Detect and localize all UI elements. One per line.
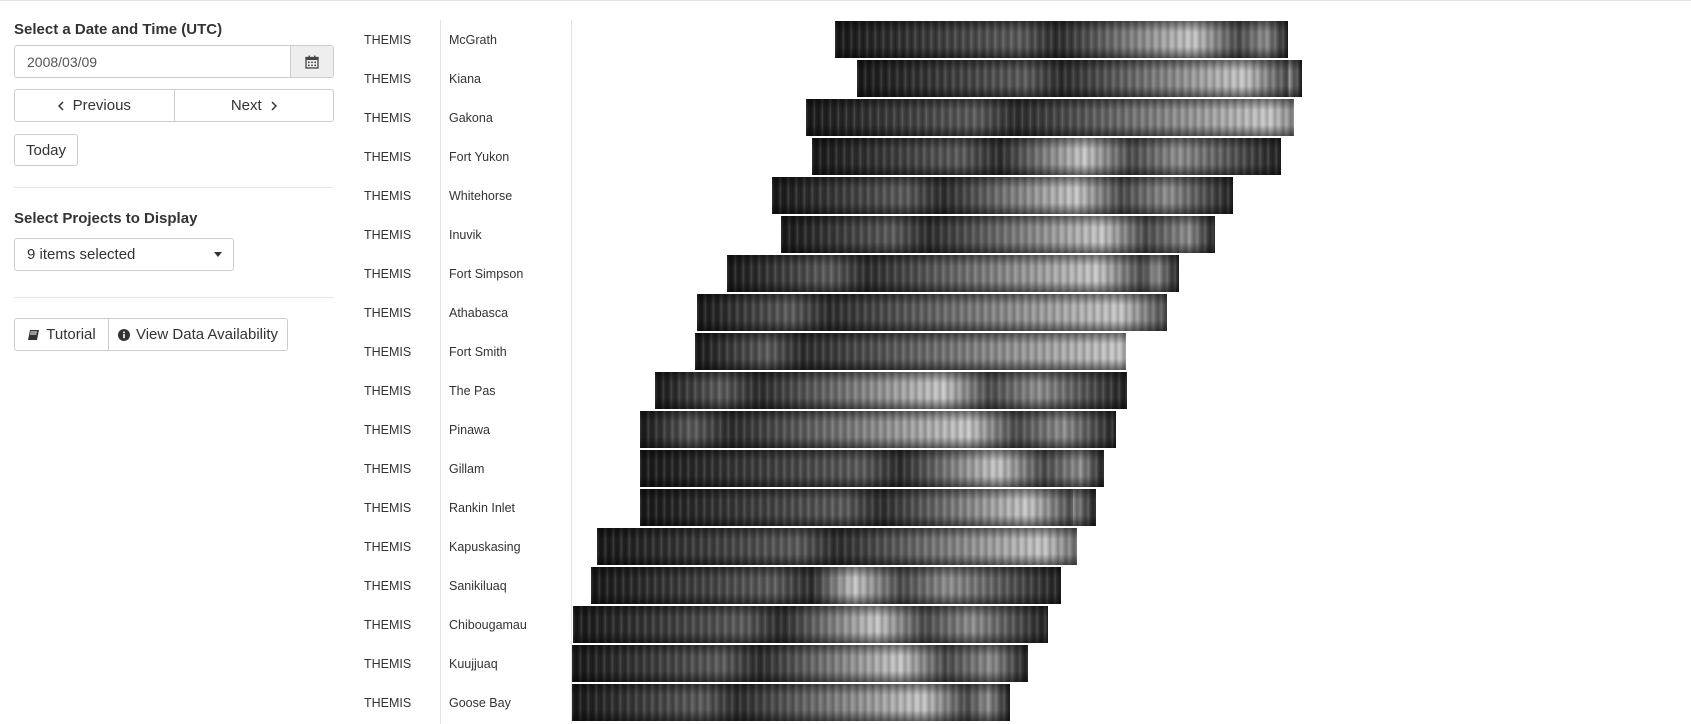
keogram-strip[interactable] xyxy=(727,255,1179,292)
projects-selected-text: 9 items selected xyxy=(27,246,136,263)
row-project-label: THEMIS xyxy=(364,461,412,476)
row-project-label: THEMIS xyxy=(364,32,412,47)
row-site-label: Whitehorse xyxy=(449,188,513,203)
keogram-strip[interactable] xyxy=(835,21,1288,58)
row-site-label: Gakona xyxy=(449,110,493,125)
row-project-label: THEMIS xyxy=(364,695,412,710)
calendar-button[interactable] xyxy=(290,46,333,77)
tutorial-label: Tutorial xyxy=(46,326,96,343)
row-site-label: Gillam xyxy=(449,461,485,476)
row-project-label: THEMIS xyxy=(364,227,412,242)
row-project-label: THEMIS xyxy=(364,383,412,398)
today-button[interactable]: Today xyxy=(14,134,78,166)
calendar-icon xyxy=(305,55,319,69)
chevron-left-icon xyxy=(57,100,64,111)
row-project-label: THEMIS xyxy=(364,578,412,593)
row-project-label: THEMIS xyxy=(364,422,412,437)
keogram-strip[interactable] xyxy=(572,645,1028,682)
row-project-label: THEMIS xyxy=(364,266,412,281)
row-site-label: Kiana xyxy=(449,71,481,86)
row-site-label: The Pas xyxy=(449,383,496,398)
row-site-label: Fort Smith xyxy=(449,344,507,359)
row-project-label: THEMIS xyxy=(364,110,412,125)
date-section-title: Select a Date and Time (UTC) xyxy=(14,21,223,38)
row-site-label: Inuvik xyxy=(449,227,482,242)
row-site-label: Athabasca xyxy=(449,305,509,320)
row-site-label: Kuujjuaq xyxy=(449,656,498,671)
keogram-strip[interactable] xyxy=(640,450,1104,487)
availability-label: View Data Availability xyxy=(135,326,279,343)
column-divider xyxy=(440,20,441,724)
row-project-label: THEMIS xyxy=(364,539,412,554)
tools-button-group: Tutorial View Data Availability xyxy=(14,318,288,351)
row-project-label: THEMIS xyxy=(364,305,412,320)
keogram-strip[interactable] xyxy=(640,411,1116,448)
row-project-label: THEMIS xyxy=(364,656,412,671)
keogram-strip[interactable] xyxy=(591,567,1061,604)
row-site-label: McGrath xyxy=(449,32,497,47)
caret-down-icon xyxy=(214,252,222,257)
row-project-label: THEMIS xyxy=(364,149,412,164)
row-site-label: Pinawa xyxy=(449,422,490,437)
keogram-strip[interactable] xyxy=(697,294,1167,331)
row-site-label: Kapuskasing xyxy=(449,539,521,554)
row-site-label: Chibougamau xyxy=(449,617,527,632)
row-project-label: THEMIS xyxy=(364,500,412,515)
chevron-right-icon xyxy=(271,100,277,111)
keogram-strip[interactable] xyxy=(806,99,1294,136)
keogram-strip[interactable] xyxy=(597,528,1077,565)
date-picker xyxy=(14,45,334,78)
previous-button[interactable]: Previous xyxy=(14,89,175,122)
keogram-strip[interactable] xyxy=(695,333,1126,370)
next-button[interactable]: Next xyxy=(173,89,334,122)
keogram-stack xyxy=(572,20,1691,724)
keogram-strip[interactable] xyxy=(781,216,1215,253)
row-site-label: Fort Yukon xyxy=(449,149,510,164)
row-site-label: Sanikiluaq xyxy=(449,578,507,593)
row-project-label: THEMIS xyxy=(364,188,412,203)
sidebar-divider xyxy=(14,187,334,188)
row-project-label: THEMIS xyxy=(364,617,412,632)
keogram-strip[interactable] xyxy=(857,60,1302,97)
keogram-strip[interactable] xyxy=(812,138,1281,175)
row-site-label: Fort Simpson xyxy=(449,266,524,281)
projects-section-title: Select Projects to Display xyxy=(14,210,198,227)
row-site-label: Rankin Inlet xyxy=(449,500,516,515)
row-site-label: Goose Bay xyxy=(449,695,511,710)
next-label: Next xyxy=(230,97,262,114)
top-border xyxy=(0,0,1691,1)
view-data-availability-button[interactable]: View Data Availability xyxy=(108,318,288,351)
keogram-strip[interactable] xyxy=(573,606,1048,643)
sidebar-divider xyxy=(14,297,334,298)
projects-multiselect[interactable]: 9 items selected xyxy=(14,238,234,271)
date-navigation: Previous Next xyxy=(14,89,334,122)
tutorial-button[interactable]: Tutorial xyxy=(14,318,109,351)
keogram-strip[interactable] xyxy=(655,372,1127,409)
keogram-strip[interactable] xyxy=(772,177,1233,214)
date-input[interactable] xyxy=(15,46,290,77)
row-project-label: THEMIS xyxy=(364,71,412,86)
row-project-label: THEMIS xyxy=(364,344,412,359)
book-icon xyxy=(27,329,46,341)
info-circle-icon xyxy=(117,328,136,341)
keogram-strip[interactable] xyxy=(572,684,1010,721)
keogram-strip[interactable] xyxy=(640,489,1096,526)
previous-label: Previous xyxy=(72,97,131,114)
